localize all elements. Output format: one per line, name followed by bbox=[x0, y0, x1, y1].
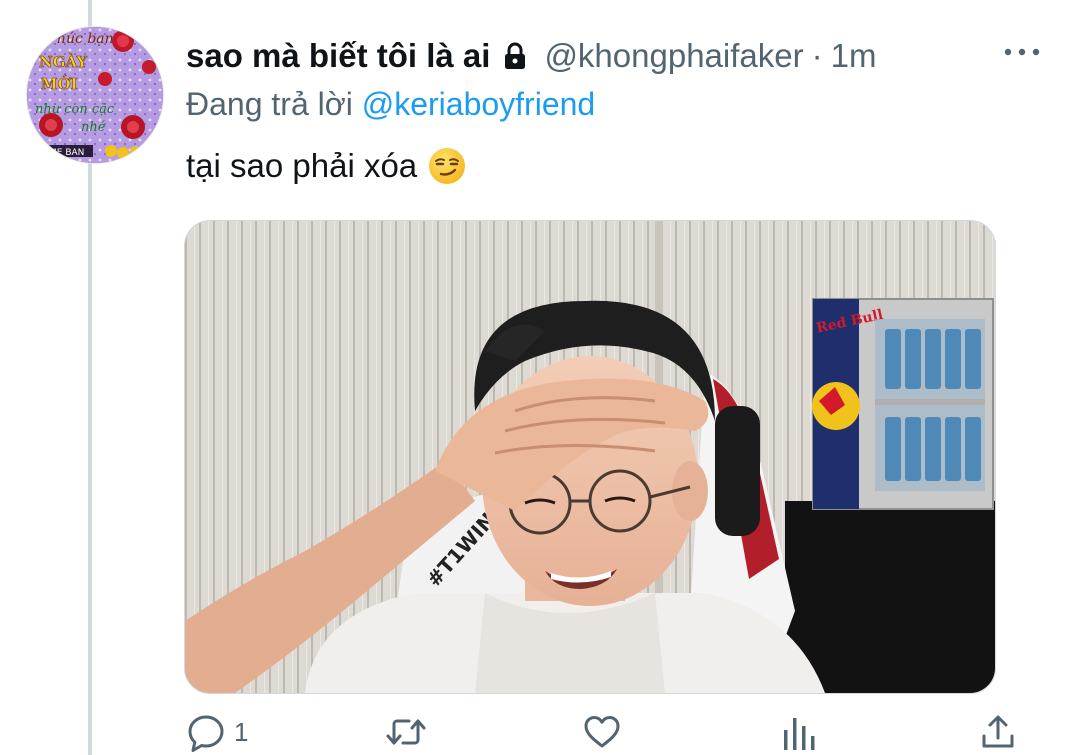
reply-count: 1 bbox=[234, 716, 249, 747]
retweet-icon bbox=[384, 712, 428, 752]
more-icon[interactable] bbox=[1002, 42, 1042, 62]
tweet-page: húc bạn NGÀY MỚI như con cặc nhé ME BAN … bbox=[0, 0, 1080, 755]
replying-to-label: Đang trả lời bbox=[186, 86, 353, 122]
tweet-content: sao mà biết tôi là ai @khongphaifaker · … bbox=[186, 34, 1050, 190]
retweet-button[interactable] bbox=[384, 712, 428, 752]
avatar-text-6: ME BAN bbox=[49, 148, 84, 158]
reply-mention-link[interactable]: @keriaboyfriend bbox=[362, 86, 595, 122]
photo-illustration: Red Bull #T1WIN bbox=[185, 221, 995, 693]
avatar-text-4: như con cặc bbox=[35, 102, 115, 117]
timestamp[interactable]: 1m bbox=[831, 37, 877, 75]
like-button[interactable] bbox=[582, 712, 622, 752]
share-icon bbox=[978, 712, 1018, 752]
reply-icon bbox=[186, 712, 226, 752]
smirking-face-icon bbox=[427, 146, 467, 186]
tweet-header: sao mà biết tôi là ai @khongphaifaker · … bbox=[186, 34, 1050, 78]
tweet-text: tại sao phải xóa bbox=[186, 142, 1050, 190]
share-button[interactable] bbox=[978, 712, 1018, 752]
avatar-text-2: NGÀY bbox=[39, 53, 87, 71]
lock-icon bbox=[500, 41, 530, 71]
avatar[interactable]: húc bạn NGÀY MỚI như con cặc nhé ME BAN bbox=[26, 26, 164, 164]
heart-icon bbox=[582, 712, 622, 752]
avatar-text-1: húc bạn bbox=[57, 31, 114, 47]
tweet-actions: 1 bbox=[186, 712, 1026, 752]
separator-dot: · bbox=[811, 37, 823, 74]
analytics-button[interactable] bbox=[780, 712, 816, 752]
analytics-icon bbox=[780, 712, 816, 752]
reply-button[interactable]: 1 bbox=[186, 712, 248, 752]
handle[interactable]: @khongphaifaker bbox=[544, 37, 803, 75]
tweet-text-body: tại sao phải xóa bbox=[186, 147, 418, 184]
display-name[interactable]: sao mà biết tôi là ai bbox=[186, 37, 490, 75]
avatar-text-3: MỚI bbox=[41, 75, 78, 93]
tweet-media-photo[interactable]: Red Bull #T1WIN bbox=[184, 220, 996, 694]
avatar-text-5: nhé bbox=[81, 120, 106, 135]
replying-to: Đang trả lời @keriaboyfriend bbox=[186, 82, 1050, 126]
avatar-image: húc bạn NGÀY MỚI như con cặc nhé ME BAN bbox=[27, 27, 163, 163]
